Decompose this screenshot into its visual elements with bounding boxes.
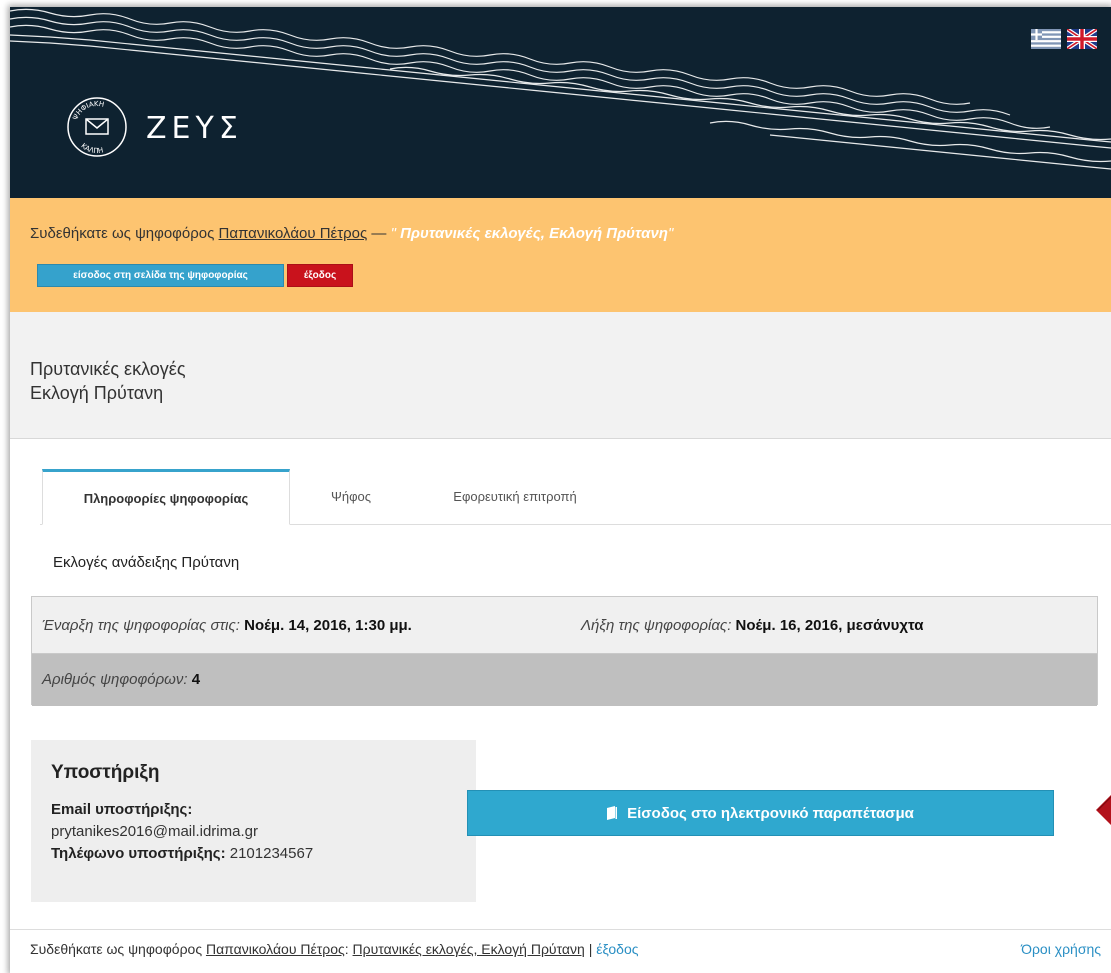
svg-text:ΨΗΦΙΑΚΗ: ΨΗΦΙΑΚΗ: [71, 100, 104, 121]
end-value: Νοέμ. 16, 2016, μεσάνυχτα: [735, 617, 924, 634]
support-phone-line: Τηλέφωνο υποστήριξης: 2101234567: [51, 845, 313, 862]
language-switcher: [1031, 29, 1097, 49]
footer-prefix: Συδεθήκατε ως ψηφοφόρος: [30, 941, 206, 957]
footer-logout-link[interactable]: έξοδος: [596, 941, 638, 957]
page-footer: Συδεθήκατε ως ψηφοφόρος Παπανικολάου Πέτ…: [10, 929, 1111, 973]
quote-open: ": [390, 225, 401, 242]
support-phone: 2101234567: [229, 845, 314, 862]
start-cell: Έναρξη της ψηφοφορίας στις: Νοέμ. 14, 20…: [42, 617, 412, 634]
voters-label: Αριθμός ψηφοφόρων:: [42, 671, 188, 688]
election-title-line2: Εκλογή Πρύτανη: [30, 383, 164, 403]
tab-voting-info[interactable]: Πληροφορίες ψηφοφορίας: [42, 469, 290, 525]
election-title-line1: Πρυτανικές εκλογές: [30, 359, 186, 379]
end-cell: Λήξη της ψηφοφορίας: Νοέμ. 16, 2016, μεσ…: [581, 617, 924, 634]
pointer-arrow-icon: [1096, 795, 1111, 825]
site-logo-text[interactable]: ΖΕΥΣ: [146, 111, 243, 146]
site-header: ΨΗΦΙΑΚΗ ΚΑΛΠΗ ΖΕΥΣ: [10, 7, 1111, 198]
voter-notice: Συδεθήκατε ως ψηφοφόρος Παπανικολάου Πέτ…: [10, 198, 1111, 312]
notice-dash: —: [367, 225, 391, 242]
support-box: Υποστήριξη Email υποστήριξης: prytanikes…: [31, 740, 476, 902]
start-value: Νοέμ. 14, 2016, 1:30 μμ.: [244, 617, 412, 634]
quote-close: ": [667, 225, 674, 242]
tab-vote[interactable]: Ψήφος: [306, 469, 396, 524]
footer-colon: :: [344, 941, 353, 957]
support-phone-label: Τηλέφωνο υποστήριξης:: [51, 845, 226, 862]
browser-page: ΨΗΦΙΑΚΗ ΚΑΛΠΗ ΖΕΥΣ Συδεθήκατε ως ψηφοφόρ…: [10, 7, 1111, 973]
support-email[interactable]: prytanikes2016@mail.idrima.gr: [51, 823, 258, 840]
enter-voting-page-button[interactable]: είσοδος στη σελίδα της ψηφοφορίας: [37, 264, 284, 287]
header-wave-lines: [10, 8, 1111, 170]
support-heading: Υποστήριξη: [51, 762, 160, 783]
start-label: Έναρξη της ψηφοφορίας στις:: [42, 617, 240, 634]
voting-info-table: Έναρξη της ψηφοφορίας στις: Νοέμ. 14, 20…: [31, 596, 1098, 706]
enter-voting-booth-button[interactable]: Είσοδος στο ηλεκτρονικό παραπέτασμα: [467, 790, 1054, 836]
booth-button-label: Είσοδος στο ηλεκτρονικό παραπέτασμα: [627, 804, 914, 822]
election-title-band: Πρυτανικές εκλογές Εκλογή Πρύτανη: [10, 312, 1111, 439]
footer-election-link[interactable]: Πρυτανικές εκλογές, Εκλογή Πρύτανη: [353, 941, 585, 957]
uk-flag-icon[interactable]: [1067, 29, 1097, 49]
zeus-logo-icon: ΨΗΦΙΑΚΗ ΚΑΛΠΗ: [67, 97, 127, 157]
voters-value: 4: [191, 671, 201, 688]
end-label: Λήξη της ψηφοφορίας:: [581, 617, 732, 634]
greek-flag-icon[interactable]: [1031, 29, 1061, 49]
notice-text: Συδεθήκατε ως ψηφοφόρος Παπανικολάου Πέτ…: [30, 225, 673, 242]
notice-prefix: Συδεθήκατε ως ψηφοφόρος: [30, 225, 219, 242]
election-description: Εκλογές ανάδειξης Πρύτανη: [53, 554, 240, 571]
terms-of-use-link[interactable]: Όροι χρήσης: [1021, 941, 1101, 957]
voters-cell: Αριθμός ψηφοφόρων: 4: [42, 671, 200, 688]
footer-voter-info: Συδεθήκατε ως ψηφοφόρος Παπανικολάου Πέτ…: [30, 941, 638, 957]
support-email-label: Email υποστήριξης:: [51, 801, 193, 818]
document-icon: [607, 806, 618, 820]
tab-bar: Πληροφορίες ψηφοφορίας Ψήφος Εφορευτική …: [40, 469, 1111, 525]
voter-name-link[interactable]: Παπανικολάου Πέτρος: [219, 225, 368, 242]
exit-button[interactable]: έξοδος: [287, 264, 353, 287]
footer-voter-name-link[interactable]: Παπανικολάου Πέτρος: [206, 941, 345, 957]
info-row-dates: Έναρξη της ψηφοφορίας στις: Νοέμ. 14, 20…: [32, 597, 1097, 653]
notice-election-title: Πρυτανικές εκλογές, Εκλογή Πρύτανη: [400, 225, 668, 242]
tab-election-committee[interactable]: Εφορευτική επιτροπή: [420, 469, 610, 524]
footer-separator: |: [584, 941, 597, 957]
info-row-voters: Αριθμός ψηφοφόρων: 4: [32, 653, 1097, 706]
